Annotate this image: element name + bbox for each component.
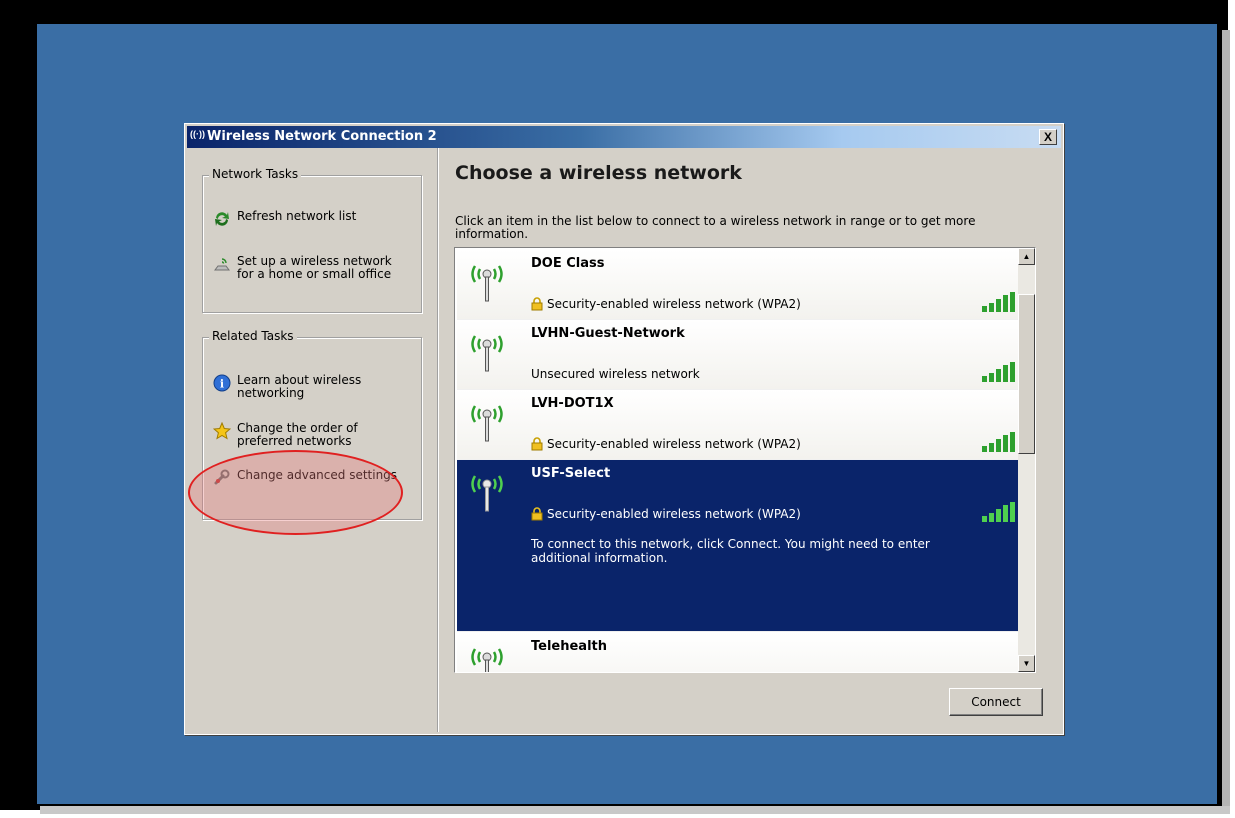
- learn-about-wireless-link[interactable]: i Learn about wireless networking: [213, 374, 407, 400]
- wireless-antenna-icon: [471, 405, 503, 442]
- network-security: Security-enabled wireless network (WPA2): [531, 507, 801, 521]
- lock-icon: [531, 437, 543, 451]
- info-icon: i: [213, 374, 231, 392]
- related-tasks-legend: Related Tasks: [209, 329, 297, 343]
- star-icon: [213, 422, 231, 440]
- scroll-down-button[interactable]: ▼: [1018, 655, 1035, 672]
- network-security-label: Security-enabled wireless network (WPA2): [547, 297, 801, 311]
- left-task-pane: Network Tasks Refresh network list Set u…: [187, 148, 437, 732]
- pane-divider: [437, 148, 439, 732]
- refresh-icon: [213, 210, 231, 228]
- network-item-lvhn-guest-network[interactable]: LVHN-Guest-Network Unsecured wireless ne…: [457, 320, 1027, 390]
- network-security-label: Unsecured wireless network: [531, 367, 700, 381]
- scrollbar-thumb[interactable]: [1018, 294, 1035, 454]
- frame-shadow-right: [1222, 30, 1230, 810]
- network-security: Unsecured wireless network: [531, 367, 700, 381]
- network-name: USF-Select: [531, 466, 611, 481]
- page-title: Choose a wireless network: [455, 162, 742, 184]
- wireless-network-window: ((·)) Wireless Network Connection 2 X Ne…: [184, 123, 1064, 735]
- setup-network-label: Set up a wireless network for a home or …: [237, 254, 392, 281]
- svg-text:i: i: [220, 378, 224, 391]
- refresh-network-list-link[interactable]: Refresh network list: [213, 210, 407, 228]
- wireless-icon: ((·)): [190, 129, 205, 139]
- network-name: DOE Class: [531, 256, 605, 271]
- network-description: To connect to this network, click Connec…: [531, 537, 930, 565]
- vertical-scrollbar[interactable]: ▲ ▼: [1018, 248, 1035, 672]
- wireless-antenna-icon: [471, 648, 503, 672]
- wrench-icon: [213, 469, 231, 487]
- lock-icon: [531, 507, 543, 521]
- scroll-up-button[interactable]: ▲: [1018, 248, 1035, 265]
- signal-strength-icon: [982, 362, 1015, 382]
- change-advanced-settings-link[interactable]: Change advanced settings: [213, 469, 407, 487]
- network-item-doe-class[interactable]: DOE Class Security-enabled wireless netw…: [457, 250, 1027, 320]
- window-title: Wireless Network Connection 2: [207, 129, 437, 144]
- signal-strength-icon: [982, 292, 1015, 312]
- network-item-usf-select[interactable]: USF-Select Security-enabled wireless net…: [457, 460, 1027, 632]
- change-advanced-label: Change advanced settings: [237, 468, 398, 482]
- change-order-networks-link[interactable]: Change the order of preferred networks: [213, 422, 407, 448]
- network-item-telehealth[interactable]: Telehealth: [457, 633, 1027, 673]
- network-tasks-group: Network Tasks Refresh network list Set u…: [202, 167, 422, 313]
- setup-wireless-network-link[interactable]: Set up a wireless network for a home or …: [213, 255, 407, 281]
- wireless-antenna-icon: [471, 475, 503, 512]
- close-button[interactable]: X: [1039, 129, 1057, 145]
- network-security: Security-enabled wireless network (WPA2): [531, 297, 801, 311]
- signal-strength-icon: [981, 663, 1019, 673]
- network-item-lvh-dot1x[interactable]: LVH-DOT1X Security-enabled wireless netw…: [457, 390, 1027, 460]
- setup-network-icon: [213, 255, 231, 273]
- signal-strength-icon: [982, 502, 1015, 522]
- wireless-antenna-icon: [471, 265, 503, 302]
- wireless-antenna-icon: [471, 335, 503, 372]
- frame-shadow-bottom: [40, 806, 1230, 814]
- network-security-label: Security-enabled wireless network (WPA2): [547, 507, 801, 521]
- change-order-label: Change the order of preferred networks: [237, 421, 358, 448]
- title-bar[interactable]: ((·)) Wireless Network Connection 2 X: [187, 126, 1061, 148]
- network-list[interactable]: DOE Class Security-enabled wireless netw…: [454, 247, 1036, 673]
- network-name: LVH-DOT1X: [531, 396, 614, 411]
- related-tasks-group: Related Tasks i Learn about wireless net…: [202, 329, 422, 520]
- signal-strength-icon: [982, 432, 1015, 452]
- instruction-text: Click an item in the list below to conne…: [455, 214, 976, 241]
- learn-label: Learn about wireless networking: [237, 373, 362, 400]
- refresh-label: Refresh network list: [237, 209, 357, 223]
- network-security-label: Security-enabled wireless network (WPA2): [547, 437, 801, 451]
- network-tasks-legend: Network Tasks: [209, 167, 302, 181]
- network-security: Security-enabled wireless network (WPA2): [531, 437, 801, 451]
- connect-button[interactable]: Connect: [949, 688, 1043, 716]
- network-name: LVHN-Guest-Network: [531, 326, 685, 341]
- network-name: Telehealth: [531, 639, 608, 654]
- lock-icon: [531, 297, 543, 311]
